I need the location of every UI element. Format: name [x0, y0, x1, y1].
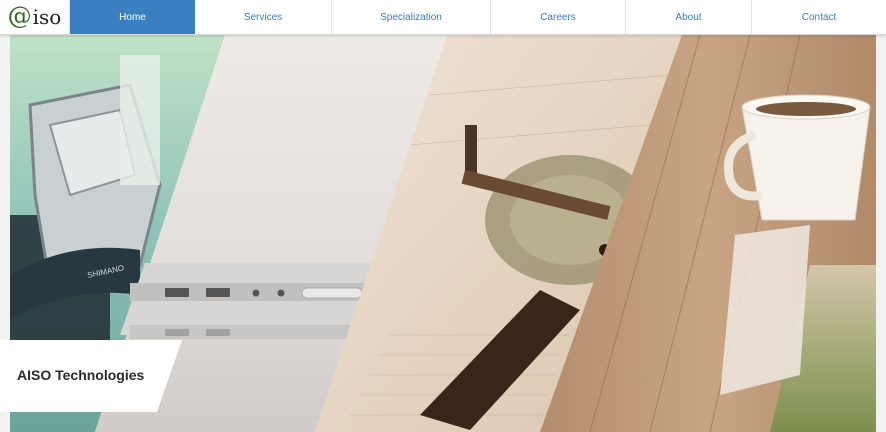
nav-specialization[interactable]: Specialization: [332, 0, 491, 34]
nav-contact[interactable]: Contact: [752, 0, 886, 34]
nav-careers[interactable]: Careers: [491, 0, 626, 34]
top-navigation: @ iso Home Services Specialization Caree…: [0, 0, 886, 35]
nav-home[interactable]: Home: [70, 0, 195, 34]
hero-caption-title: AISO Technologies: [17, 367, 145, 383]
right-margin: [876, 35, 886, 432]
nav-services[interactable]: Services: [195, 0, 332, 34]
nav-about[interactable]: About: [626, 0, 752, 34]
site-logo[interactable]: @ iso: [0, 0, 70, 34]
logo-at-symbol: @: [7, 2, 32, 30]
hero-caption: AISO Technologies: [0, 340, 182, 412]
logo-text: iso: [32, 4, 62, 29]
